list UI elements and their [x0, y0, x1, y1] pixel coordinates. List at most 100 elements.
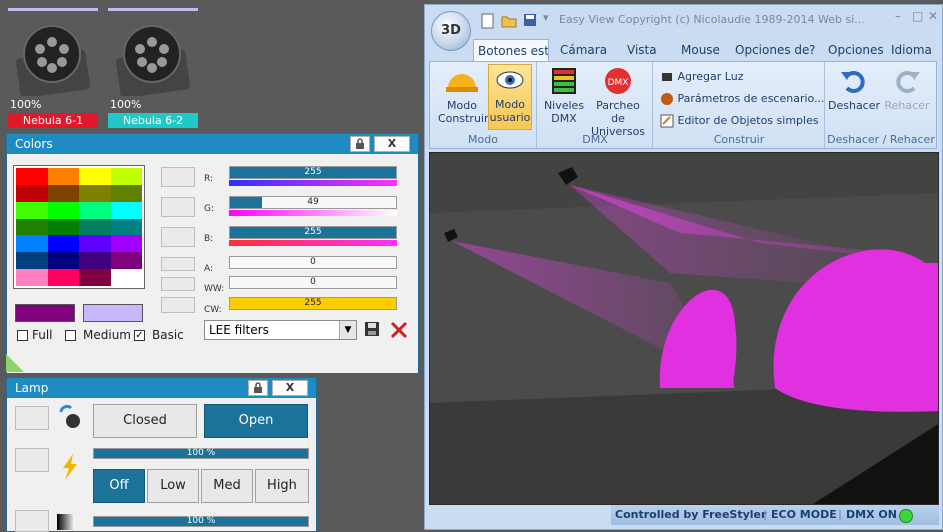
- preset-button[interactable]: [161, 277, 195, 291]
- shutter-open-button[interactable]: Open: [204, 404, 308, 438]
- open-folder-icon[interactable]: [501, 13, 517, 29]
- shutter-closed-button[interactable]: Closed: [93, 404, 197, 438]
- channel-slider[interactable]: 49: [229, 196, 397, 209]
- chevron-down-icon[interactable]: ▼: [339, 321, 356, 339]
- strobe-med-button[interactable]: Med: [201, 469, 253, 503]
- channel-slider[interactable]: 255: [229, 166, 397, 179]
- close-button[interactable]: X: [272, 380, 308, 396]
- palette-swatch[interactable]: [16, 184, 48, 202]
- slider-value: 255: [304, 167, 322, 177]
- palette-swatch[interactable]: [79, 269, 111, 286]
- palette-swatch[interactable]: [110, 235, 142, 253]
- palette-swatch[interactable]: [79, 218, 111, 236]
- niveles-dmx-button[interactable]: Niveles DMX: [542, 66, 586, 128]
- basic-checkbox[interactable]: ✓: [134, 330, 145, 341]
- preset-button[interactable]: [161, 297, 195, 313]
- group-title: Modo: [468, 133, 498, 146]
- close-window-button[interactable]: ✕: [928, 9, 938, 23]
- palette-swatch[interactable]: [47, 201, 79, 219]
- palette-swatch[interactable]: [110, 252, 142, 270]
- palette-swatch[interactable]: [16, 252, 48, 270]
- channel-slider[interactable]: 0: [229, 256, 397, 269]
- channel-slider[interactable]: 255: [229, 297, 397, 310]
- modo-construir-button[interactable]: Modo Construir: [438, 66, 489, 128]
- tab-help[interactable]: ?: [809, 39, 815, 61]
- palette-swatch[interactable]: [47, 184, 79, 202]
- lock-icon[interactable]: [248, 380, 268, 396]
- preset-button[interactable]: [161, 197, 195, 217]
- color-palette: [13, 165, 145, 289]
- palette-swatch[interactable]: [79, 184, 111, 202]
- palette-swatch[interactable]: [110, 184, 142, 202]
- strobe-off-button[interactable]: Off: [93, 469, 145, 503]
- palette-swatch[interactable]: [79, 201, 111, 219]
- app-logo-text: 3D: [441, 23, 461, 38]
- tab-botones[interactable]: Botones esta: [473, 39, 549, 62]
- strobe-high-button[interactable]: High: [255, 469, 309, 503]
- agregar-luz-button[interactable]: Agregar Luz: [660, 68, 743, 86]
- close-button[interactable]: X: [374, 136, 410, 152]
- palette-swatch[interactable]: [110, 218, 142, 236]
- preset-button[interactable]: [15, 448, 49, 472]
- preset-button[interactable]: [15, 406, 49, 430]
- palette-swatch[interactable]: [16, 168, 48, 185]
- fixture-nebula-6-2[interactable]: 100% Nebula 6-2: [108, 8, 198, 128]
- app-menu-button[interactable]: 3D: [431, 11, 471, 51]
- group-title: Construir: [713, 133, 765, 146]
- save-icon[interactable]: [523, 13, 537, 27]
- palette-swatch[interactable]: [110, 269, 142, 286]
- fixture-nebula-6-1[interactable]: 100% Nebula 6-1: [8, 8, 98, 128]
- palette-swatch[interactable]: [79, 235, 111, 253]
- palette-swatch[interactable]: [79, 252, 111, 270]
- palette-swatch[interactable]: [16, 218, 48, 236]
- minimize-button[interactable]: –: [895, 9, 901, 23]
- deshacer-button[interactable]: Deshacer: [828, 66, 880, 128]
- dimmer-slider[interactable]: 100 %: [93, 448, 309, 459]
- palette-swatch[interactable]: [79, 168, 111, 185]
- palette-swatch[interactable]: [16, 269, 48, 286]
- tab-mouse[interactable]: Mouse: [681, 39, 720, 61]
- parametros-escenario-button[interactable]: Parámetros de escenario...: [660, 90, 825, 108]
- rehacer-button[interactable]: Rehacer: [882, 66, 932, 128]
- filter-select[interactable]: LEE filters ▼: [204, 320, 357, 340]
- preset-button[interactable]: [161, 227, 195, 247]
- colors-panel-titlebar[interactable]: Colors X: [7, 134, 418, 154]
- maximize-button[interactable]: □: [912, 9, 923, 23]
- medium-checkbox[interactable]: [65, 330, 76, 341]
- tab-idioma[interactable]: Idioma: [891, 39, 932, 61]
- tab-vista[interactable]: Vista: [627, 39, 657, 61]
- editor-objetos-button[interactable]: Editor de Objetos simples: [660, 112, 819, 130]
- preset-button[interactable]: [161, 167, 195, 187]
- strobe-low-button[interactable]: Low: [147, 469, 199, 503]
- new-file-icon[interactable]: [481, 13, 495, 29]
- palette-swatch[interactable]: [47, 218, 79, 236]
- palette-swatch[interactable]: [47, 168, 79, 185]
- lock-icon[interactable]: [350, 136, 370, 152]
- qat-dropdown[interactable]: ▾: [543, 11, 549, 24]
- resize-grip-icon[interactable]: [6, 352, 26, 372]
- tab-opciones-de[interactable]: Opciones de: [735, 39, 809, 61]
- palette-swatch[interactable]: [47, 269, 79, 286]
- channel-slider[interactable]: 0: [229, 276, 397, 289]
- palette-swatch[interactable]: [16, 201, 48, 219]
- lamp-second-slider[interactable]: 100 %: [93, 516, 309, 527]
- palette-swatch[interactable]: [110, 168, 142, 185]
- parcheo-universos-button[interactable]: DMX Parcheo de Universos: [588, 66, 648, 138]
- channel-slider[interactable]: 255: [229, 226, 397, 239]
- lamp-panel-titlebar[interactable]: Lamp X: [7, 378, 316, 398]
- tab-opciones[interactable]: Opciones: [828, 39, 884, 61]
- tab-camara[interactable]: Cámara: [560, 39, 607, 61]
- preset-button[interactable]: [15, 510, 49, 532]
- status-dmx: DMX ON: [846, 508, 897, 521]
- full-checkbox[interactable]: [17, 330, 28, 341]
- preset-button[interactable]: [161, 257, 195, 271]
- save-icon[interactable]: [364, 321, 380, 337]
- delete-icon[interactable]: [389, 320, 409, 340]
- modo-usuario-button[interactable]: Modo usuario: [488, 64, 532, 130]
- 3d-viewport[interactable]: [429, 152, 939, 505]
- group-construir: Agregar Luz Parámetros de escenario... E…: [654, 62, 825, 148]
- palette-swatch[interactable]: [110, 201, 142, 219]
- palette-swatch[interactable]: [47, 235, 79, 253]
- palette-swatch[interactable]: [47, 252, 79, 270]
- palette-swatch[interactable]: [16, 235, 48, 253]
